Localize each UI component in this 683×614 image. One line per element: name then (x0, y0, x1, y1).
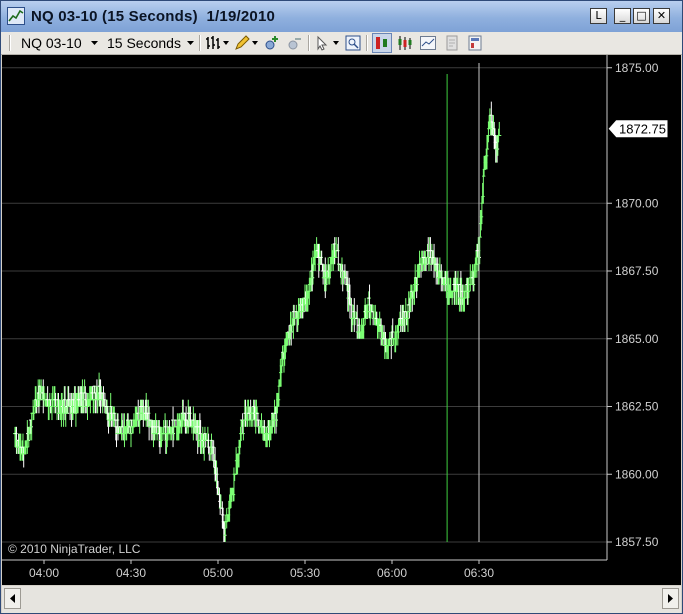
price-tick-label: 1862.50 (615, 400, 659, 414)
chevron-down-icon[interactable] (187, 41, 195, 46)
price-tick-label: 1857.50 (615, 535, 659, 549)
bar-type-icon[interactable] (205, 34, 223, 52)
minimize-button[interactable]: _ (614, 8, 631, 24)
color-properties-icon[interactable] (466, 34, 484, 52)
scroll-left-button[interactable] (4, 588, 21, 609)
time-tick-label: 04:30 (116, 566, 146, 580)
time-tick-label: 06:00 (377, 566, 407, 580)
time-tick-label: 04:00 (29, 566, 59, 580)
price-tick-label: 1860.00 (615, 467, 659, 481)
data-box-icon[interactable] (344, 34, 362, 52)
price-tick-label: 1875.00 (615, 61, 659, 75)
copyright-watermark: © 2010 NinjaTrader, LLC (8, 542, 141, 556)
toolbar-separator (366, 35, 368, 51)
time-tick-label: 05:30 (290, 566, 320, 580)
cursor-icon[interactable] (314, 34, 332, 52)
zoom-out-icon[interactable] (286, 34, 304, 52)
chart-area[interactable]: 1857.50 1860.00 1862.50 1865.00 1867.50 1870.… (2, 55, 681, 585)
zoom-in-icon[interactable] (263, 34, 281, 52)
window-title: NQ 03-10 (15 Seconds) 1/19/2010 (31, 8, 276, 25)
title-bar[interactable]: NQ 03-10 (15 Seconds) 1/19/2010 L _ □ ✕ (1, 1, 682, 32)
price-chart[interactable]: 1857.50 1860.00 1862.50 1865.00 1867.50 1870.… (2, 55, 681, 585)
ohlc-bars (13, 101, 502, 542)
instrument-selector[interactable]: NQ 03-10 (21, 35, 82, 51)
chevron-right-icon (668, 594, 673, 603)
chevron-left-icon (10, 594, 15, 603)
candlestick-icon[interactable] (396, 34, 414, 52)
last-price-marker-group: 1872.75 (607, 119, 669, 139)
scroll-right-button[interactable] (662, 588, 679, 609)
link-button[interactable]: L (590, 8, 607, 24)
close-button[interactable]: ✕ (653, 8, 670, 24)
chevron-down-icon[interactable] (333, 41, 340, 46)
chart-app-icon (7, 7, 25, 25)
chevron-down-icon[interactable] (91, 41, 99, 46)
chart-toolbar: NQ 03-10 15 Seconds (1, 32, 682, 55)
price-tick-label: 1870.00 (615, 196, 659, 210)
price-tick-label: 1865.00 (615, 332, 659, 346)
properties-icon[interactable] (443, 34, 461, 52)
time-axis: 04:00 04:30 05:00 05:30 06:00 06:30 (2, 559, 607, 580)
line-chart-icon[interactable] (419, 34, 437, 52)
toolbar-separator (308, 35, 310, 51)
horizontal-scrollbar[interactable] (2, 586, 681, 613)
chevron-down-icon[interactable] (223, 41, 230, 46)
chevron-down-icon[interactable] (252, 41, 259, 46)
price-tick-label: 1867.50 (615, 264, 659, 278)
toolbar-grip (9, 35, 11, 51)
toolbar-separator (199, 35, 201, 51)
chart-trader-icon[interactable] (372, 33, 392, 53)
time-tick-label: 06:30 (464, 566, 494, 580)
last-price-label: 1872.75 (619, 122, 666, 137)
time-tick-label: 05:00 (203, 566, 233, 580)
interval-selector[interactable]: 15 Seconds (107, 35, 181, 51)
chart-window: NQ 03-10 (15 Seconds) 1/19/2010 L _ □ ✕ … (0, 0, 683, 614)
pencil-draw-icon[interactable] (233, 34, 251, 52)
maximize-button[interactable]: □ (633, 8, 650, 24)
